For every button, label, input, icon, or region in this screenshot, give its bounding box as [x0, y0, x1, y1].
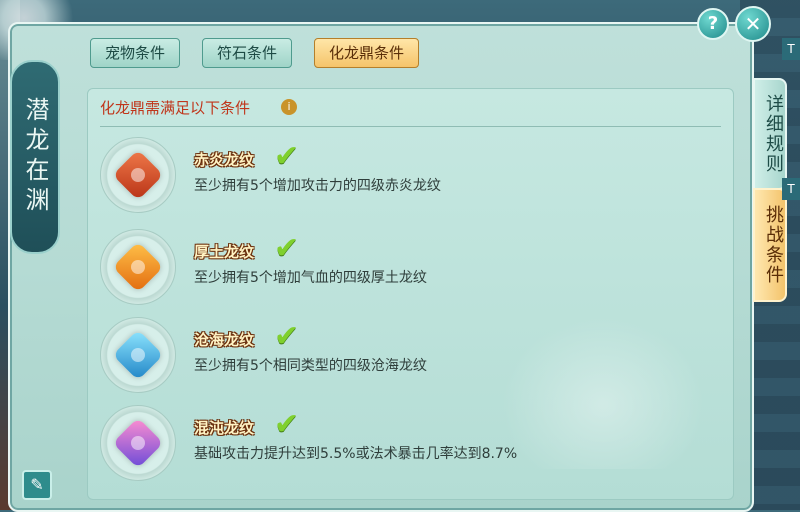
- condition-description: 至少拥有5个相同类型的四级沧海龙纹: [194, 358, 427, 374]
- condition-description: 至少拥有5个增加攻击力的四级赤炎龙纹: [194, 178, 441, 194]
- gem-slot: [100, 137, 176, 213]
- right-tab-detailed-rules[interactable]: 详细规则: [753, 78, 787, 190]
- corner-badge: T: [782, 178, 800, 200]
- help-icon[interactable]: ?: [697, 8, 729, 40]
- condition-description: 至少拥有5个增加气血的四级厚土龙纹: [194, 270, 427, 286]
- check-icon: ✔: [274, 407, 300, 442]
- conditions-title: 化龙鼎需满足以下条件: [100, 99, 251, 117]
- close-icon[interactable]: ✕: [735, 6, 771, 42]
- gem-slot: [100, 229, 176, 305]
- condition-item: 沧海龙纹 ✔ 至少拥有5个相同类型的四级沧海龙纹: [100, 317, 700, 401]
- edit-icon[interactable]: ✎: [22, 470, 52, 500]
- conditions-panel: 化龙鼎需满足以下条件 i 赤炎龙纹 ✔ 至少拥有5个增加攻击力的四级赤炎龙纹 厚…: [87, 88, 734, 500]
- condition-name: 赤炎龙纹: [194, 151, 255, 169]
- gem-core: [131, 260, 145, 274]
- condition-name: 混沌龙纹: [194, 419, 255, 437]
- gem-core: [131, 348, 145, 362]
- gem-core: [131, 168, 145, 182]
- check-icon: ✔: [274, 319, 300, 354]
- condition-item: 混沌龙纹 ✔ 基础攻击力提升达到5.5%或法术暴击几率达到8.7%: [100, 405, 700, 489]
- side-title: 潜龙在渊: [10, 60, 60, 254]
- tab-rune-conditions[interactable]: 符石条件: [202, 38, 293, 68]
- condition-item: 赤炎龙纹 ✔ 至少拥有5个增加攻击力的四级赤炎龙纹: [100, 137, 700, 221]
- divider: [100, 126, 721, 127]
- right-tab-challenge-conditions[interactable]: 挑战条件: [753, 188, 787, 302]
- condition-description: 基础攻击力提升达到5.5%或法术暴击几率达到8.7%: [194, 446, 518, 462]
- tab-pet-conditions[interactable]: 宠物条件: [90, 38, 181, 68]
- gem-slot: [100, 317, 176, 393]
- condition-name: 沧海龙纹: [194, 331, 255, 349]
- check-icon: ✔: [274, 139, 300, 174]
- gem-core: [131, 436, 145, 450]
- info-icon[interactable]: i: [281, 99, 297, 115]
- gem-slot: [100, 405, 176, 481]
- corner-badge: T: [782, 38, 800, 60]
- tab-cauldron-conditions[interactable]: 化龙鼎条件: [314, 38, 420, 68]
- check-icon: ✔: [274, 231, 300, 266]
- condition-item: 厚土龙纹 ✔ 至少拥有5个增加气血的四级厚土龙纹: [100, 229, 700, 313]
- condition-name: 厚土龙纹: [194, 243, 255, 261]
